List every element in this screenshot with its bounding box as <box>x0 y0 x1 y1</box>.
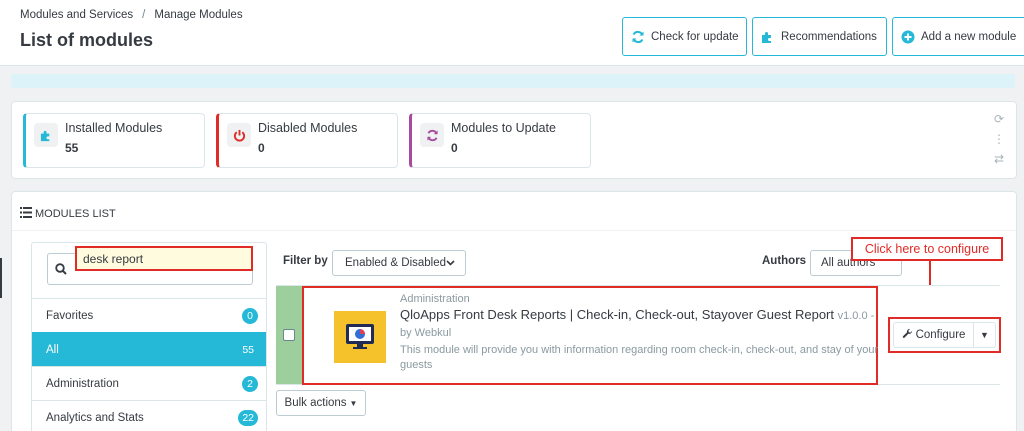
kpi-value: 0 <box>451 141 458 155</box>
filter-value: Enabled & Disabled <box>345 257 447 269</box>
check-update-button[interactable]: Check for update <box>622 17 747 56</box>
kpi-modules-to-update: Modules to Update 0 <box>409 113 591 168</box>
puzzle-icon <box>761 30 775 44</box>
add-module-label: Add a new module <box>921 30 1017 43</box>
page-header: Modules and Services / Manage Modules List… <box>0 0 1024 66</box>
recommendations-button[interactable]: Recommendations <box>752 17 887 56</box>
info-alert-bar <box>11 74 1015 88</box>
breadcrumb-parent-link[interactable]: Modules and Services <box>20 9 133 21</box>
bulk-actions-button[interactable]: Bulk actions ▼ <box>276 390 366 416</box>
kpi-tools: ⟳ ⋮ ⇄ <box>992 112 1006 166</box>
kpi-installed-modules: Installed Modules 55 <box>23 113 205 168</box>
module-author: by Webkul <box>400 327 452 339</box>
refresh-icon <box>631 30 645 44</box>
modules-list-panel: MODULES LIST Favorites 0 All 55 Administ… <box>11 191 1017 431</box>
refresh-kpi-icon[interactable]: ⟳ <box>994 112 1004 126</box>
module-description: This module will provide you with inform… <box>400 344 879 371</box>
category-label: Analytics and Stats <box>46 411 144 424</box>
module-logo <box>334 311 386 363</box>
category-analytics-stats[interactable]: Analytics and Stats 22 <box>32 400 266 431</box>
module-version: v1.0.0 - <box>837 310 875 322</box>
recommendations-label: Recommendations <box>781 30 877 43</box>
configure-dropdown-toggle[interactable]: ▼ <box>973 323 995 347</box>
module-name: QloApps Front Desk Reports | Check-in, C… <box>400 307 874 322</box>
page-title: List of modules <box>20 30 154 50</box>
category-count-badge: 22 <box>238 409 258 426</box>
module-category: Administration <box>400 293 470 305</box>
breadcrumb-separator: / <box>142 9 146 21</box>
breadcrumb: Modules and Services / Manage Modules <box>20 9 243 21</box>
wrench-icon <box>902 328 913 342</box>
kpi-panel: Installed Modules 55 Disabled Modules 0 … <box>11 101 1017 179</box>
puzzle-icon <box>34 123 58 147</box>
module-highlight-box: Administration QloApps Front Desk Report… <box>302 286 878 385</box>
category-label: Administration <box>46 377 119 390</box>
breadcrumb-current: Manage Modules <box>154 9 243 21</box>
kpi-disabled-modules: Disabled Modules 0 <box>216 113 398 168</box>
sync-icon[interactable]: ⇄ <box>994 152 1004 166</box>
caret-down-icon: ▼ <box>349 398 358 408</box>
configure-callout: Click here to configure <box>851 237 1003 261</box>
kpi-value: 55 <box>65 141 79 155</box>
modules-list-heading: MODULES LIST <box>20 207 116 221</box>
refresh-icon <box>420 123 444 147</box>
configure-button[interactable]: Configure <box>894 323 973 347</box>
category-all[interactable]: All 55 <box>32 332 266 366</box>
plus-circle-icon <box>901 30 915 44</box>
list-icon <box>20 207 32 221</box>
add-module-button[interactable]: Add a new module <box>892 17 1024 56</box>
category-sidebar: Favorites 0 All 55 Administration 2 Anal… <box>31 242 267 431</box>
check-update-label: Check for update <box>651 30 739 43</box>
more-options-icon[interactable]: ⋮ <box>993 132 1005 146</box>
kpi-label: Modules to Update <box>451 121 556 135</box>
authors-label: Authors <box>762 255 807 267</box>
category-label: Favorites <box>46 309 94 322</box>
kpi-label: Installed Modules <box>65 121 163 135</box>
search-icon[interactable] <box>48 263 74 275</box>
monitor-chart-icon <box>346 324 374 349</box>
module-name-text: QloApps Front Desk Reports | Check-in, C… <box>400 307 834 322</box>
power-icon <box>227 123 251 147</box>
filter-label: Filter by <box>283 255 328 267</box>
filter-status-select[interactable]: Enabled & Disabled <box>332 250 466 276</box>
chevron-down-icon <box>446 257 455 269</box>
category-label: All <box>46 343 59 356</box>
configure-button-group: Configure ▼ <box>888 317 1001 353</box>
kpi-label: Disabled Modules <box>258 121 358 135</box>
divider <box>12 230 1016 231</box>
modules-list-title: MODULES LIST <box>35 208 116 220</box>
module-select-checkbox[interactable] <box>283 329 295 341</box>
category-count-badge: 0 <box>242 307 258 324</box>
category-administration[interactable]: Administration 2 <box>32 366 266 400</box>
edge-marker <box>0 258 2 298</box>
caret-down-icon: ▼ <box>980 330 989 340</box>
category-favorites[interactable]: Favorites 0 <box>32 298 266 332</box>
bulk-actions-label: Bulk actions <box>284 397 347 409</box>
configure-label: Configure <box>915 329 966 341</box>
module-search-input[interactable] <box>75 246 253 271</box>
category-count-badge: 2 <box>242 375 258 392</box>
category-count-badge: 55 <box>238 341 258 358</box>
kpi-value: 0 <box>258 141 265 155</box>
